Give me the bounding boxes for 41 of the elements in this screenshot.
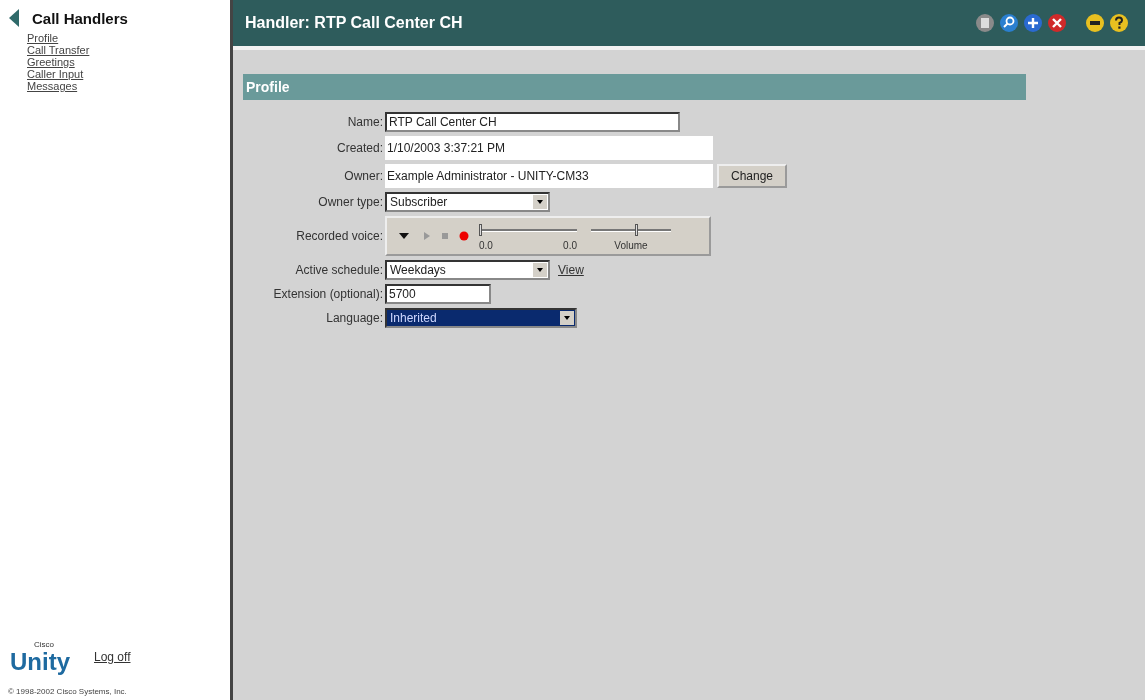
field-value: 1/10/2003 3:37:21 PM bbox=[385, 136, 713, 160]
sidebar-link[interactable]: Caller Input bbox=[27, 68, 84, 80]
field-label: Recorded voice: bbox=[295, 229, 383, 243]
view-link[interactable]: View bbox=[558, 263, 584, 277]
log-off-link[interactable]: Log off bbox=[94, 650, 131, 664]
sidebar-link[interactable]: Call Transfer bbox=[27, 44, 90, 56]
field-label: Language: bbox=[325, 311, 383, 325]
logo: Unity bbox=[10, 649, 70, 675]
slider-thumb[interactable] bbox=[479, 223, 482, 236]
field-label: Name: bbox=[346, 115, 383, 129]
text-field[interactable]: RTP Call Center CH bbox=[385, 112, 680, 132]
field-value: Example Administrator - UNITY-CM33 bbox=[385, 164, 713, 188]
search-icon[interactable] bbox=[999, 13, 1019, 33]
help-icon[interactable] bbox=[1109, 13, 1129, 33]
minus-icon[interactable] bbox=[1085, 13, 1105, 33]
field-label: Active schedule: bbox=[294, 263, 383, 277]
dropdown[interactable]: Inherited bbox=[385, 308, 577, 328]
sidebar-link[interactable]: Messages bbox=[27, 80, 78, 92]
sidebar-link[interactable]: Profile bbox=[27, 32, 59, 44]
position-reading: 0.0 bbox=[479, 239, 493, 251]
slider-thumb[interactable] bbox=[635, 223, 638, 236]
dropdown[interactable]: Subscriber bbox=[385, 192, 550, 212]
field-label: Created: bbox=[335, 141, 383, 155]
page-icon[interactable] bbox=[975, 13, 995, 33]
logo-caption: Cisco bbox=[33, 640, 54, 649]
length-reading: 0.0 bbox=[563, 239, 577, 251]
copyright-text: © 1998-2002 Cisco Systems, Inc. bbox=[8, 687, 128, 696]
sidebar-title: Call Handlers bbox=[32, 9, 128, 27]
back-arrow-icon[interactable] bbox=[8, 8, 20, 28]
add-icon[interactable] bbox=[1023, 13, 1043, 33]
sidebar-link[interactable]: Greetings bbox=[27, 56, 75, 68]
volume-label: Volume bbox=[614, 239, 648, 251]
section-title: Profile bbox=[246, 79, 290, 95]
field-label: Owner: bbox=[343, 169, 383, 183]
change-button[interactable]: Change bbox=[717, 164, 788, 188]
text-field[interactable]: 5700 bbox=[385, 284, 491, 304]
dropdown[interactable]: Weekdays bbox=[385, 260, 550, 280]
delete-icon[interactable] bbox=[1047, 13, 1067, 33]
field-label: Extension (optional): bbox=[272, 287, 383, 301]
page-title: Handler: RTP Call Center CH bbox=[245, 14, 463, 32]
field-label: Owner type: bbox=[317, 195, 383, 209]
